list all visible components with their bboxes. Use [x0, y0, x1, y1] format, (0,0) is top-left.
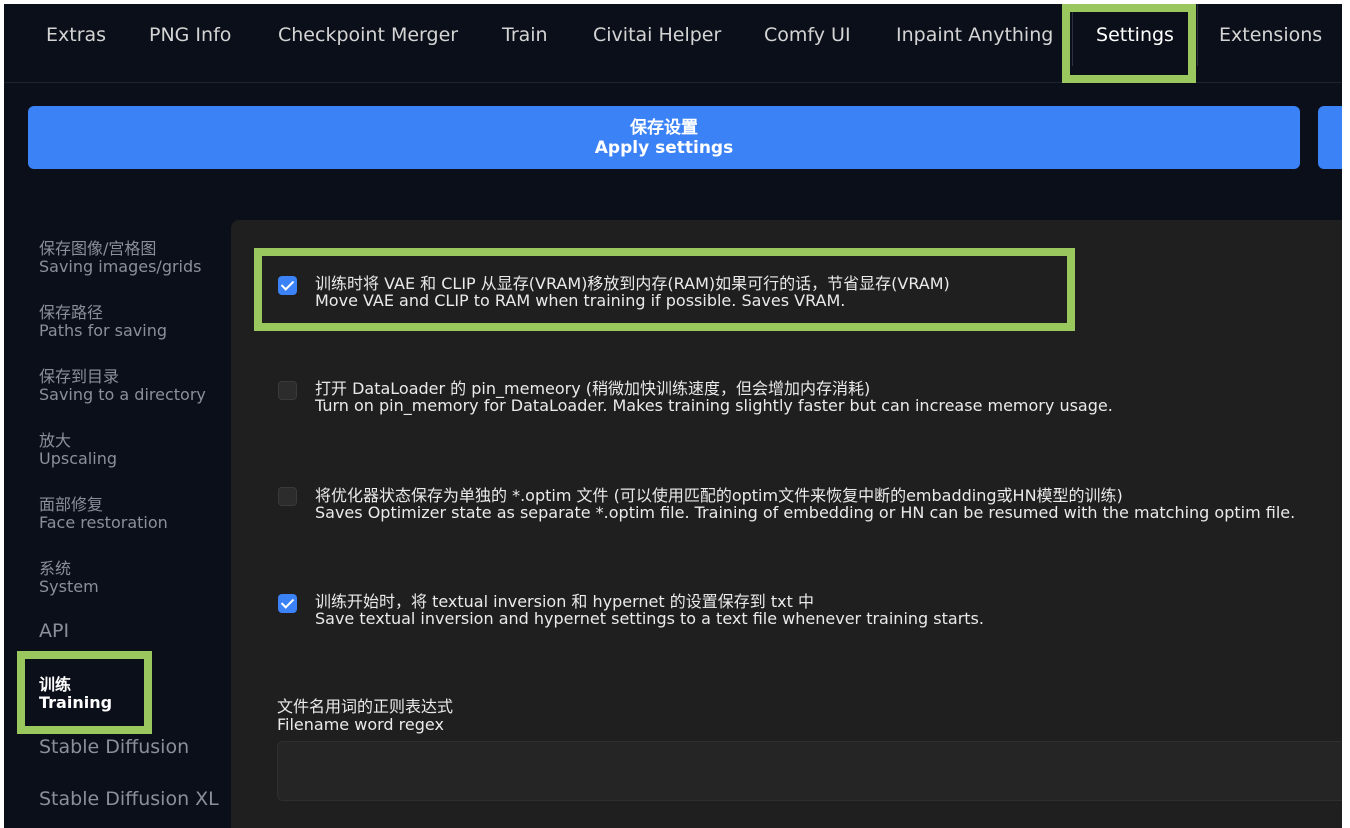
option-label-en: Saves Optimizer state as separate *.opti…	[315, 503, 1296, 522]
training-settings-panel	[231, 220, 1342, 828]
sidebar-item-training[interactable]: 训练 Training	[39, 676, 112, 712]
apply-settings-label-en: Apply settings	[594, 138, 734, 158]
sidebar-item-label-en: Upscaling	[39, 449, 117, 468]
save-training-settings-checkbox[interactable]	[278, 594, 297, 613]
sidebar-item-label-zh: 放大	[39, 431, 72, 450]
reload-ui-button[interactable]	[1318, 106, 1342, 169]
settings-window: Extras PNG Info Checkpoint Merger Train …	[4, 4, 1342, 828]
tab-train[interactable]: Train	[502, 4, 548, 66]
filename-regex-label-en: Filename word regex	[277, 715, 444, 734]
sidebar-item-stable-diffusion[interactable]: Stable Diffusion	[39, 738, 189, 757]
save-optimizer-state-checkbox[interactable]	[278, 487, 297, 506]
tab-extras[interactable]: Extras	[46, 4, 106, 66]
tab-extensions[interactable]: Extensions	[1219, 4, 1322, 66]
tab-civitai-helper[interactable]: Civitai Helper	[593, 4, 721, 66]
tab-settings[interactable]: Settings	[1072, 4, 1198, 66]
tab-checkpoint-merger[interactable]: Checkpoint Merger	[278, 4, 458, 66]
sidebar-item-label-zh: 训练	[39, 675, 72, 694]
sidebar-item-label-zh: 保存到目录	[39, 367, 120, 386]
filename-regex-label: 文件名用词的正则表达式 Filename word regex	[277, 698, 453, 734]
apply-settings-label-zh: 保存设置	[630, 118, 698, 138]
tab-comfy-ui[interactable]: Comfy UI	[764, 4, 851, 66]
sidebar-item-face-restoration[interactable]: 面部修复 Face restoration	[39, 496, 168, 532]
sidebar-item-label-en: Face restoration	[39, 513, 168, 532]
option-label-en: Turn on pin_memory for DataLoader. Makes…	[315, 396, 1113, 415]
tab-png-info[interactable]: PNG Info	[149, 4, 231, 66]
move-vae-clip-checkbox[interactable]	[278, 276, 297, 295]
sidebar-item-label-en: Saving images/grids	[39, 257, 202, 276]
move-vae-clip-label: 训练时将 VAE 和 CLIP 从显存(VRAM)移放到内存(RAM)如果可行的…	[315, 275, 950, 309]
option-label-zh: 训练开始时，将 textual inversion 和 hypernet 的设置…	[315, 592, 814, 611]
sidebar-item-stable-diffusion-xl[interactable]: Stable Diffusion XL	[39, 790, 219, 809]
top-tab-bar: Extras PNG Info Checkpoint Merger Train …	[4, 4, 1342, 83]
option-label-en: Move VAE and CLIP to RAM when training i…	[315, 291, 846, 310]
sidebar-item-label-zh: 保存路径	[39, 303, 104, 322]
pin-memory-checkbox[interactable]	[278, 381, 297, 400]
sidebar-item-label-zh: 面部修复	[39, 495, 104, 514]
save-training-settings-label: 训练开始时，将 textual inversion 和 hypernet 的设置…	[315, 593, 984, 627]
tab-inpaint-anything[interactable]: Inpaint Anything	[896, 4, 1053, 66]
sidebar-item-system[interactable]: 系统 System	[39, 560, 99, 596]
save-optimizer-state-label: 将优化器状态保存为单独的 *.optim 文件 (可以使用匹配的optim文件来…	[315, 487, 1295, 521]
sidebar-item-label-en: Paths for saving	[39, 321, 168, 340]
pin-memory-label: 打开 DataLoader 的 pin_memeory (稍微加快训练速度，但会…	[315, 380, 1113, 414]
filename-regex-input[interactable]	[277, 741, 1342, 801]
option-label-zh: 打开 DataLoader 的 pin_memeory (稍微加快训练速度，但会…	[315, 379, 871, 398]
option-label-zh: 训练时将 VAE 和 CLIP 从显存(VRAM)移放到内存(RAM)如果可行的…	[315, 274, 950, 293]
sidebar-item-api[interactable]: API	[39, 622, 69, 641]
sidebar-item-saving-to-directory[interactable]: 保存到目录 Saving to a directory	[39, 368, 206, 404]
sidebar-item-upscaling[interactable]: 放大 Upscaling	[39, 432, 117, 468]
sidebar-item-label-en: System	[39, 577, 99, 596]
sidebar-item-label-en: Saving to a directory	[39, 385, 206, 404]
sidebar-item-label-zh: 系统	[39, 559, 72, 578]
sidebar-item-label-zh: 保存图像/宫格图	[39, 239, 157, 258]
apply-settings-button[interactable]: 保存设置 Apply settings	[28, 106, 1300, 169]
filename-regex-label-zh: 文件名用词的正则表达式	[277, 697, 454, 716]
sidebar-item-saving-images[interactable]: 保存图像/宫格图 Saving images/grids	[39, 240, 202, 276]
sidebar-item-label-en: Training	[39, 693, 113, 712]
option-label-zh: 将优化器状态保存为单独的 *.optim 文件 (可以使用匹配的optim文件来…	[315, 486, 1123, 505]
sidebar-item-paths-for-saving[interactable]: 保存路径 Paths for saving	[39, 304, 167, 340]
option-label-en: Save textual inversion and hypernet sett…	[315, 609, 984, 628]
